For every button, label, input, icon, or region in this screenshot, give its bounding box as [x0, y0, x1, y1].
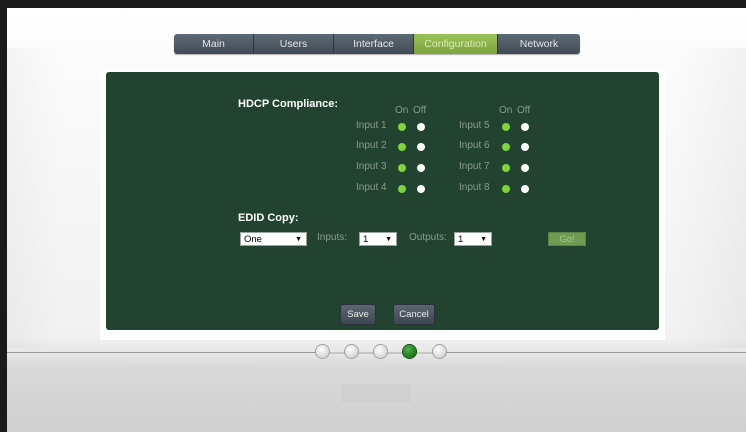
off-header-right: Off	[517, 105, 531, 116]
inputs-label: Inputs:	[317, 232, 348, 243]
tab-interface[interactable]: Interface	[334, 34, 414, 54]
outputs-label: Outputs:	[409, 232, 447, 243]
cancel-button[interactable]: Cancel	[394, 305, 434, 324]
input-2-label: Input 2	[356, 140, 387, 151]
tab-configuration[interactable]: Configuration	[414, 34, 498, 54]
input-7-off-radio[interactable]	[521, 164, 529, 172]
input-5-label: Input 5	[459, 120, 490, 131]
input-5-off-radio[interactable]	[521, 123, 529, 131]
input-5-on-radio[interactable]	[502, 123, 510, 131]
go-button[interactable]: Go!	[548, 232, 586, 246]
input-2-on-radio[interactable]	[398, 143, 406, 151]
pager-dot-4-active[interactable]	[403, 345, 416, 358]
edid-mode-select[interactable]: One ▼	[240, 232, 307, 246]
input-4-label: Input 4	[356, 182, 387, 193]
pager-dot-3[interactable]	[374, 345, 387, 358]
right-shade	[676, 48, 746, 348]
on-header-left: On	[395, 105, 409, 116]
input-8-on-radio[interactable]	[502, 185, 510, 193]
save-button[interactable]: Save	[341, 305, 375, 324]
tab-main[interactable]: Main	[174, 34, 254, 54]
input-4-off-radio[interactable]	[417, 185, 425, 193]
edid-outputs-value: 1	[458, 234, 464, 245]
input-6-off-radio[interactable]	[521, 143, 529, 151]
main-nav: Main Users Interface Configuration Netwo…	[174, 34, 580, 54]
input-7-on-radio[interactable]	[502, 164, 510, 172]
pager-dot-2[interactable]	[345, 345, 358, 358]
on-header-right: On	[499, 105, 513, 116]
edid-outputs-select[interactable]: 1 ▼	[454, 232, 492, 246]
input-3-label: Input 3	[356, 161, 387, 172]
input-1-label: Input 1	[356, 120, 387, 131]
input-7-label: Input 7	[459, 161, 490, 172]
tab-users[interactable]: Users	[254, 34, 334, 54]
pager-dot-5[interactable]	[433, 345, 446, 358]
input-3-on-radio[interactable]	[398, 164, 406, 172]
off-header-left: Off	[413, 105, 427, 116]
hdcp-compliance-title: HDCP Compliance:	[238, 98, 339, 110]
app-frame: Main Users Interface Configuration Netwo…	[7, 8, 746, 432]
pager-dot-1[interactable]	[316, 345, 329, 358]
input-6-label: Input 6	[459, 140, 490, 151]
left-shade	[7, 48, 62, 348]
edid-inputs-select[interactable]: 1 ▼	[359, 232, 397, 246]
input-8-off-radio[interactable]	[521, 185, 529, 193]
edid-inputs-value: 1	[363, 234, 369, 245]
input-1-off-radio[interactable]	[417, 123, 425, 131]
tab-network[interactable]: Network	[498, 34, 580, 54]
input-8-label: Input 8	[459, 182, 490, 193]
edid-copy-title: EDID Copy:	[238, 212, 299, 224]
footer-placeholder	[341, 384, 411, 402]
input-2-off-radio[interactable]	[417, 143, 425, 151]
panel-border: HDCP Compliance: On Off On Off Input 1 I…	[100, 70, 665, 340]
chevron-down-icon: ▼	[295, 236, 302, 243]
input-3-off-radio[interactable]	[417, 164, 425, 172]
chevron-down-icon: ▼	[480, 236, 487, 243]
configuration-panel: HDCP Compliance: On Off On Off Input 1 I…	[106, 72, 659, 330]
input-1-on-radio[interactable]	[398, 123, 406, 131]
edid-mode-value: One	[244, 234, 262, 245]
input-4-on-radio[interactable]	[398, 185, 406, 193]
input-6-on-radio[interactable]	[502, 143, 510, 151]
chevron-down-icon: ▼	[385, 236, 392, 243]
